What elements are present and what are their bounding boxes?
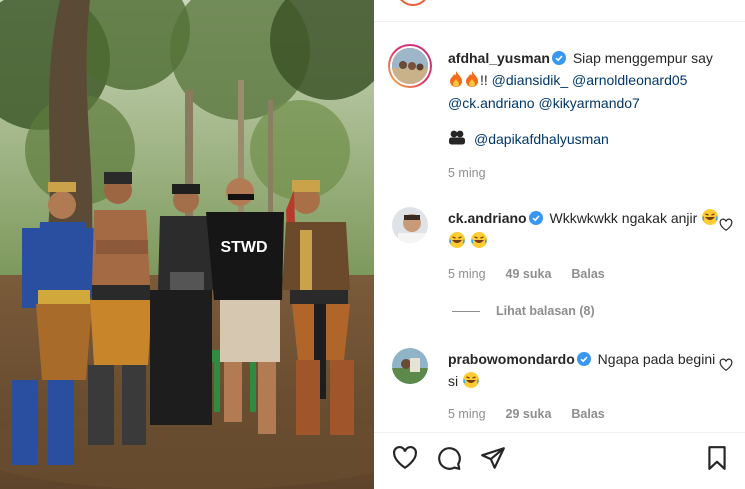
tagged-account-link[interactable]: @dapikafdhalyusman (474, 131, 609, 147)
laughing-emoji-icon (462, 371, 480, 394)
comment-time[interactable]: 5 ming (448, 407, 486, 421)
comment-likes[interactable]: 49 suka (506, 267, 552, 281)
author-username[interactable]: afdhal_yusman (448, 50, 550, 66)
like-comment-heart-icon[interactable] (719, 218, 733, 232)
reply-button[interactable]: Balas (571, 267, 604, 281)
comment-likes[interactable]: 29 suka (506, 407, 552, 421)
comment-username[interactable]: prabowomondardo (448, 351, 575, 367)
mention-link[interactable]: @ck.andriano (448, 95, 535, 111)
verified-badge-icon (551, 50, 566, 70)
like-comment-heart-icon[interactable] (719, 358, 733, 372)
tagged-user-icon (448, 128, 466, 149)
previous-item-strip (374, 0, 745, 22)
tagged-accounts: @dapikafdhalyusman (448, 128, 609, 149)
comment-meta: 5 ming 29 suka Balas (448, 407, 605, 421)
post-caption: afdhal_yusman Siap menggempur say !! @di… (448, 48, 728, 113)
post-photo[interactable]: STWD (0, 0, 374, 489)
comment-time[interactable]: 5 ming (448, 267, 486, 281)
bookmark-icon[interactable] (704, 445, 730, 471)
view-replies-label: Lihat balasan (8) (496, 304, 595, 318)
commenter-avatar-image (392, 348, 428, 384)
author-avatar[interactable] (388, 44, 432, 88)
comment-username[interactable]: ck.andriano (448, 210, 527, 226)
author-avatar-image (392, 48, 428, 84)
post-time[interactable]: 5 ming (448, 166, 486, 180)
commenter-avatar[interactable] (392, 348, 428, 384)
replies-divider (452, 310, 480, 312)
caption-text: Siap menggempur say (572, 50, 713, 66)
post-side-panel: afdhal_yusman Siap menggempur say !! @di… (374, 0, 745, 489)
comment-meta: 5 ming 49 suka Balas (448, 267, 605, 281)
comment-item: prabowomondardo Ngapa pada begini si (448, 349, 728, 394)
verified-badge-icon (528, 210, 543, 230)
laughing-emoji-icon (470, 231, 488, 254)
verified-badge-icon (576, 351, 591, 371)
reply-button[interactable]: Balas (571, 407, 604, 421)
mention-link[interactable]: @arnoldleonard05 (572, 72, 687, 88)
comment-text: Wkkwkwkk ngakak anjir (549, 210, 698, 226)
post-action-bar (374, 432, 745, 489)
comment-icon[interactable] (436, 445, 462, 471)
post-meta: 5 ming (448, 166, 486, 180)
previous-avatar-ring[interactable] (396, 0, 430, 6)
mention-link[interactable]: @kikyarmando7 (538, 95, 639, 111)
laughing-emoji-icon (701, 208, 719, 231)
commenter-avatar-image (392, 207, 428, 243)
heart-icon[interactable] (392, 445, 418, 471)
share-icon[interactable] (480, 445, 506, 471)
fire-emoji-icon (448, 70, 464, 93)
mention-link[interactable]: @diansidik_ (492, 72, 568, 88)
shirt-print-text: STWD (220, 239, 267, 256)
post-photo-illustration: STWD (0, 0, 374, 489)
caption-suffix: !! (480, 72, 488, 88)
fire-emoji-icon (464, 70, 480, 93)
laughing-emoji-icon (448, 231, 466, 254)
commenter-avatar[interactable] (392, 207, 428, 243)
comment-item: ck.andriano Wkkwkwkk ngakak anjir (448, 208, 728, 254)
view-replies-button[interactable]: Lihat balasan (8) (452, 304, 595, 318)
